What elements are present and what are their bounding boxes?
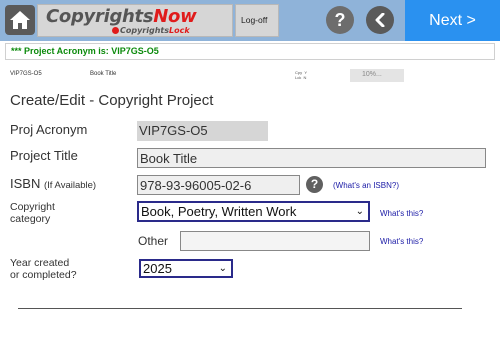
logo-text-copyrights: Copyrights: [46, 6, 154, 27]
info-title: Book Title: [90, 71, 117, 77]
logo-subtitle: CopyrightsLock: [112, 26, 190, 35]
chevron-left-icon: [375, 13, 385, 27]
isbn-help-icon[interactable]: ?: [306, 176, 323, 193]
progress-text: 10%...: [362, 71, 382, 78]
category-select[interactable]: Book, Poetry, Written Work ⌄: [137, 201, 370, 222]
logoff-label: Log-off: [241, 15, 268, 25]
lck-label: Lck: [295, 75, 302, 80]
home-icon: [10, 11, 30, 29]
acronym-field: VIP7GS-O5: [137, 121, 268, 141]
other-input[interactable]: [180, 231, 370, 251]
lck-value: N: [303, 75, 307, 80]
isbn-label-text: ISBN: [10, 176, 41, 191]
help-icon: ?: [334, 10, 346, 30]
logo-text-now: Now: [153, 6, 197, 27]
isbn-label: ISBN (If Available): [10, 176, 96, 191]
category-label-line1: Copyright: [10, 201, 55, 213]
progress-indicator: 10%...: [350, 69, 404, 82]
other-label: Other: [138, 234, 169, 248]
year-label-line1: Year created: [10, 257, 70, 269]
acronym-notice: *** Project Acronym is: VIP7GS-O5: [5, 43, 495, 60]
logo: CopyrightsNow CopyrightsLock: [37, 4, 233, 37]
back-button[interactable]: [366, 6, 394, 34]
logoff-button[interactable]: Log-off: [235, 4, 279, 37]
next-button[interactable]: Next >: [405, 0, 500, 41]
other-help-link[interactable]: What's this?: [380, 237, 423, 246]
category-help-link[interactable]: What's this?: [380, 209, 423, 218]
acronym-notice-text: *** Project Acronym is: VIP7GS-O5: [11, 46, 159, 56]
info-status: Cpy Y Lck N: [295, 70, 307, 80]
project-title-input[interactable]: Book Title: [137, 148, 486, 168]
year-selected-value: 2025: [143, 261, 172, 276]
home-button[interactable]: [5, 5, 35, 35]
category-selected-value: Book, Poetry, Written Work: [141, 204, 297, 219]
category-label-line2: category: [10, 213, 51, 225]
help-button[interactable]: ?: [326, 6, 354, 34]
logo-sub-lock: Lock: [169, 26, 190, 35]
logo-wordmark: CopyrightsNow: [46, 6, 197, 27]
info-acronym: VIP7GS-O5: [10, 71, 42, 77]
year-label: Year created or completed?: [10, 257, 77, 281]
divider: [18, 308, 462, 309]
isbn-hint: (If Available): [43, 180, 97, 191]
isbn-help-link[interactable]: (What's an ISBN?): [333, 181, 399, 190]
chevron-down-icon: ⌄: [218, 263, 227, 274]
isbn-input[interactable]: 978-93-96005-02-6: [137, 175, 300, 195]
logo-sub-copyrights: Copyrights: [120, 26, 170, 35]
page-title: Create/Edit - Copyright Project: [10, 92, 214, 109]
lock-icon: [112, 27, 119, 34]
project-title-label: Project Title: [10, 148, 78, 163]
year-select[interactable]: 2025 ⌄: [139, 259, 233, 278]
year-label-line2: or completed?: [10, 269, 77, 281]
category-label: Copyright category: [10, 201, 55, 225]
acronym-label: Proj Acronym: [10, 122, 88, 137]
chevron-down-icon: ⌄: [355, 206, 364, 217]
